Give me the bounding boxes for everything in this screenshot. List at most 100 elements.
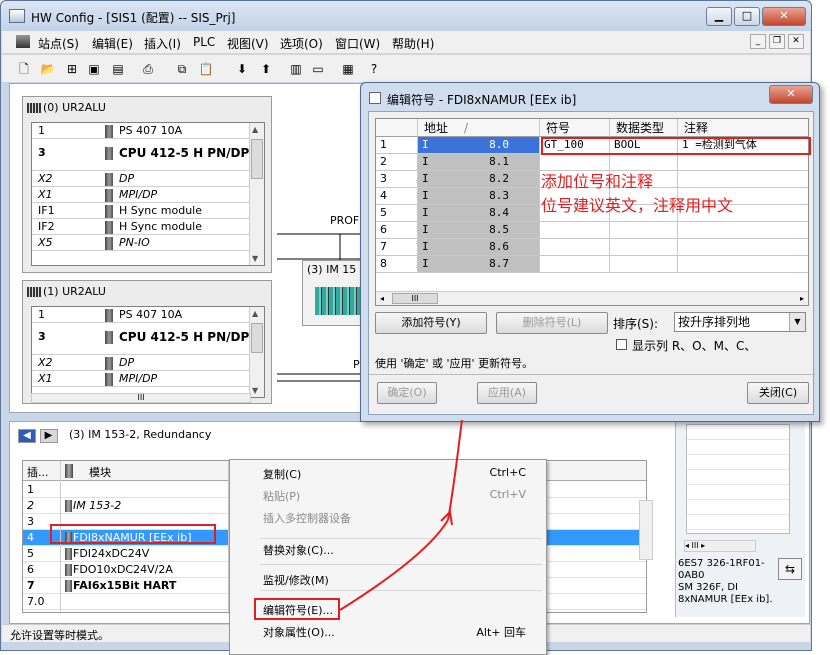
menu-item-object-properties[interactable]: 对象属性(O)... — [263, 624, 335, 640]
module-slot: 2 — [27, 499, 34, 512]
module-name: FDI24xDC24V — [73, 547, 150, 560]
cell-symbol[interactable] — [540, 256, 610, 273]
context-menu: 复制(C) Ctrl+C 粘贴(P) Ctrl+V 插入多控制器设备 替换对象(C)...… — [229, 459, 547, 655]
print-icon[interactable]: ⎙ — [140, 61, 156, 77]
col-module[interactable]: 模块 — [89, 464, 111, 480]
rack-row[interactable]: 3 CPU 412-5 H PN/DP — [32, 139, 264, 171]
cell-datatype[interactable] — [610, 256, 678, 273]
cell-symbol[interactable] — [540, 222, 610, 239]
mdi-close-button[interactable]: ✕ — [788, 34, 804, 49]
symbol-row[interactable]: 6 I 8.5 — [376, 222, 808, 239]
rack-row[interactable]: IF1 H Sync module — [32, 203, 264, 219]
delete-symbol-button[interactable]: 删除符号(L) — [496, 312, 608, 334]
cell-comment[interactable] — [678, 222, 808, 239]
rack-row[interactable]: X2 DP — [32, 355, 264, 371]
menu-item-paste[interactable]: 粘贴(P) — [263, 488, 300, 504]
col-comment[interactable]: 注释 — [678, 119, 808, 137]
row-number: 3 — [376, 171, 418, 188]
rack-1-hscroll[interactable]: III — [31, 393, 251, 403]
add-symbol-button[interactable]: 添加符号(Y) — [375, 312, 487, 334]
cell-comment[interactable] — [678, 171, 808, 188]
close-button[interactable]: ✕ — [762, 7, 806, 26]
cell-comment[interactable] — [678, 154, 808, 171]
menu-edit[interactable]: 编辑(E) — [92, 35, 133, 52]
catalog-tree[interactable] — [686, 424, 790, 534]
module-slot: 1 — [27, 483, 34, 496]
menu-plc[interactable]: PLC — [193, 35, 215, 49]
back-arrow-icon[interactable]: ◀ — [18, 429, 36, 443]
symbol-row[interactable]: 8 I 8.7 — [376, 256, 808, 273]
cell-io: I — [418, 154, 476, 171]
show-columns-checkbox[interactable] — [616, 339, 627, 350]
chevron-down-icon[interactable]: ▼ — [789, 313, 805, 331]
cell-io: I — [418, 137, 476, 154]
download-icon[interactable]: ⬇ — [234, 61, 250, 77]
minimize-button[interactable]: ▁ — [706, 7, 732, 26]
dialog-close-button[interactable]: ✕ — [769, 85, 813, 104]
menu-window[interactable]: 窗口(W) — [335, 35, 380, 52]
catalog-hscroll[interactable]: ◂ III ▸ — [684, 540, 756, 552]
maximize-button[interactable]: □ — [734, 7, 760, 26]
ok-button[interactable]: 确定(O) — [377, 382, 437, 404]
menu-separator — [260, 538, 542, 539]
menu-item-monitor-modify[interactable]: 监视/修改(M) — [263, 572, 329, 588]
rack-row[interactable]: IF2 H Sync module — [32, 219, 264, 235]
cell-comment[interactable] — [678, 239, 808, 256]
mdi-minimize-button[interactable]: _ — [750, 34, 766, 49]
menu-station[interactable]: 站点(S) — [38, 35, 79, 52]
save-icon[interactable]: ▣ — [86, 61, 102, 77]
cell-comment[interactable] — [678, 256, 808, 273]
menu-item-replace-object[interactable]: 替换对象(C)... — [263, 542, 334, 558]
col-datatype[interactable]: 数据类型 — [610, 119, 678, 137]
cell-datatype[interactable] — [610, 222, 678, 239]
module-table-scrollbar[interactable] — [639, 500, 653, 560]
monitor-icon[interactable]: ▭ — [310, 61, 326, 77]
new-icon[interactable]: 🗋 — [16, 61, 32, 77]
compile-icon[interactable]: ▤ — [110, 61, 126, 77]
rack-row[interactable]: 1 PS 407 10A — [32, 307, 264, 323]
menu-insert[interactable]: 插入(I) — [144, 35, 181, 52]
rack-1-scrollbar[interactable]: ▲ ▼ — [249, 307, 264, 397]
module-info-icon[interactable]: ▥ — [288, 61, 304, 77]
sort-select[interactable]: 按升序排列地 ▼ — [674, 312, 806, 332]
module-name: FAI6x15Bit HART — [73, 579, 177, 592]
symbol-row[interactable]: 7 I 8.6 — [376, 239, 808, 256]
forward-arrow-icon[interactable]: ▶ — [39, 429, 58, 443]
rack-row[interactable]: X1 MPI/DP — [32, 187, 264, 203]
rack-row[interactable]: X2 DP — [32, 171, 264, 187]
mdi-restore-button[interactable]: ❐ — [769, 34, 785, 49]
rack-icon — [27, 287, 41, 297]
network-icon[interactable]: ⊞ — [64, 61, 80, 77]
rack-row[interactable]: 1 PS 407 10A — [32, 123, 264, 139]
menu-view[interactable]: 视图(V) — [227, 35, 269, 52]
menu-options[interactable]: 选项(O) — [280, 35, 323, 52]
col-address[interactable]: 地址 / — [418, 119, 540, 137]
catalog-icon[interactable]: ▦ — [340, 61, 356, 77]
grid-hscroll[interactable]: ◂ III ▸ — [376, 291, 808, 305]
rack-1[interactable]: (1) UR2ALU 1 PS 407 10A 3 CPU 412-5 H PN/DP… — [22, 280, 272, 404]
menu-help[interactable]: 帮助(H) — [392, 35, 434, 52]
rack-row[interactable]: X5 PN-IO — [32, 235, 264, 251]
col-slot[interactable]: 插... — [27, 464, 49, 480]
rack-0-scrollbar[interactable]: ▲ ▼ — [249, 123, 264, 265]
rack-row[interactable]: X1 MPI/DP — [32, 371, 264, 387]
paste-icon[interactable]: 📋 — [198, 61, 214, 77]
open-icon[interactable]: 📂 — [40, 61, 56, 77]
dialog-close-text-button[interactable]: 关闭(C) — [747, 382, 809, 404]
catalog-toggle-button[interactable]: ⇆ — [778, 558, 802, 580]
menu-item-copy[interactable]: 复制(C) — [263, 466, 301, 482]
cell-datatype[interactable] — [610, 239, 678, 256]
help-icon[interactable]: ? — [366, 61, 382, 77]
rack-0[interactable]: (0) UR2ALU 1 PS 407 10A 3 CPU 412-5 H PN/DP… — [22, 96, 272, 273]
col-symbol[interactable]: 符号 — [540, 119, 610, 137]
module-slot: 6 — [27, 563, 34, 576]
apply-button[interactable]: 应用(A) — [477, 382, 537, 404]
copy-icon[interactable]: ⧉ — [174, 61, 190, 77]
rack-row[interactable]: 3 CPU 412-5 H PN/DP — [32, 323, 264, 355]
menu-item-insert-multicontroller[interactable]: 插入多控制器设备 — [263, 510, 351, 526]
cell-symbol[interactable] — [540, 239, 610, 256]
upload-icon[interactable]: ⬆ — [258, 61, 274, 77]
rack-slot: X5 — [38, 236, 53, 249]
cell-address: 8.4 — [476, 205, 540, 222]
module-icon — [105, 205, 113, 218]
